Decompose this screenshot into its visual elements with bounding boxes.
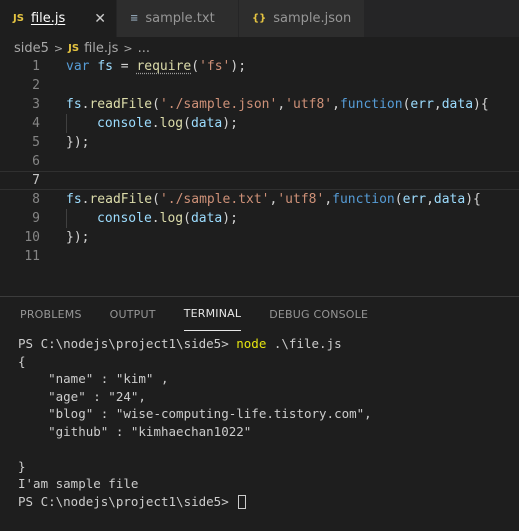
line-number: 10: [24, 230, 40, 245]
code-line[interactable]: 6: [0, 152, 519, 171]
code-line[interactable]: 1 var fs = require('fs');: [0, 57, 519, 76]
terminal-final-line[interactable]: PS C:\nodejs\project1\side5>: [18, 493, 372, 511]
line-number: 11: [24, 249, 40, 264]
code-line[interactable]: 10 });: [0, 228, 519, 247]
string-literal: './sample.json': [159, 97, 278, 112]
breadcrumb: side5 > JS file.js > ...: [0, 37, 519, 59]
terminal-args: .\file.js: [266, 336, 342, 351]
string-literal: 'utf8': [285, 97, 333, 112]
line-number: 7: [32, 173, 40, 188]
line-number: 1: [32, 59, 40, 74]
function-name: log: [159, 116, 184, 131]
string-literal: './sample.txt': [159, 192, 270, 207]
terminal-output-line: "age" : "24",: [18, 388, 146, 404]
terminal-prompt: PS C:\nodejs\project1\side5>: [18, 493, 237, 509]
punctuation: ;: [230, 116, 238, 131]
punctuation: ;: [230, 211, 238, 226]
panel-tab-bar: PROBLEMS OUTPUT TERMINAL DEBUG CONSOLE: [0, 297, 519, 331]
editor-tab-bar: JS file.js ✕ ≡ sample.txt {} sample.json: [0, 0, 519, 37]
operator: =: [112, 59, 137, 74]
code-line[interactable]: 5 });: [0, 133, 519, 152]
function-name: readFile: [89, 192, 153, 207]
close-icon[interactable]: ✕: [94, 11, 106, 27]
indent-guide: [66, 209, 97, 228]
code-line[interactable]: 9 console.log(data);: [0, 209, 519, 228]
bottom-panel: PROBLEMS OUTPUT TERMINAL DEBUG CONSOLE P…: [0, 296, 519, 531]
identifier: data: [190, 116, 223, 131]
identifier: fs: [66, 192, 82, 207]
line-number: 3: [32, 97, 40, 112]
line-number: 4: [32, 116, 40, 131]
tab-output[interactable]: OUTPUT: [110, 297, 156, 331]
terminal-command-line: PS C:\nodejs\project1\side5> node .\file…: [18, 335, 372, 353]
function-name: require: [136, 59, 192, 74]
identifier: console: [97, 116, 152, 131]
tab-sample-json[interactable]: {} sample.json: [239, 0, 365, 37]
terminal-output-line: I'am sample file: [18, 476, 139, 491]
keyword: function: [332, 192, 395, 207]
breadcrumb-file[interactable]: file.js: [84, 41, 118, 56]
code-line[interactable]: 3 fs.readFile('./sample.json','utf8',fun…: [0, 95, 519, 114]
chevron-right-icon: >: [53, 41, 64, 55]
function-name: log: [159, 211, 184, 226]
tab-label: sample.txt: [145, 11, 215, 26]
code-line[interactable]: 2: [0, 76, 519, 95]
punctuation: .: [151, 211, 160, 226]
line-number: 6: [32, 154, 40, 169]
identifier: console: [97, 211, 152, 226]
tab-sample-txt[interactable]: ≡ sample.txt: [117, 0, 239, 37]
string-literal: 'fs': [199, 59, 231, 74]
terminal-cursor: [238, 495, 247, 509]
terminal-output-line: "github" : "kimhaechan1022": [18, 423, 252, 439]
code-editor[interactable]: 1 var fs = require('fs'); 2 3 fs.readFil…: [0, 57, 519, 277]
function-name: readFile: [89, 97, 153, 112]
tab-terminal[interactable]: TERMINAL: [183, 297, 242, 331]
punctuation: ;: [238, 59, 247, 74]
terminal-prompt: PS C:\nodejs\project1\side5>: [18, 336, 237, 351]
line-number: 2: [32, 78, 40, 93]
tab-debug-console[interactable]: DEBUG CONSOLE: [269, 297, 368, 331]
identifier: data: [441, 97, 474, 112]
tab-label: file.js: [30, 11, 66, 26]
punctuation: .: [151, 116, 160, 131]
identifier: data: [433, 192, 466, 207]
json-file-icon: {}: [252, 13, 267, 24]
breadcrumb-folder[interactable]: side5: [14, 41, 49, 56]
breadcrumb-more[interactable]: ...: [138, 41, 150, 56]
keyword: function: [339, 97, 403, 112]
code-text: });: [66, 135, 90, 150]
code-line[interactable]: 8 fs.readFile('./sample.txt','utf8',func…: [0, 190, 519, 209]
terminal[interactable]: PS C:\nodejs\project1\side5> node .\file…: [18, 335, 372, 510]
code-line[interactable]: 4 console.log(data);: [0, 114, 519, 133]
terminal-output-line: {: [18, 353, 26, 369]
line-number: 9: [32, 211, 40, 226]
javascript-file-icon: JS: [13, 13, 24, 24]
chevron-right-icon: >: [123, 41, 133, 55]
identifier: err: [410, 97, 434, 112]
tab-label: sample.json: [273, 11, 352, 26]
string-literal: 'utf8': [277, 192, 325, 207]
identifier: fs: [66, 97, 82, 112]
code-text: });: [66, 230, 90, 245]
terminal-output-line: "blog" : "wise-computing-life.tistory.co…: [18, 406, 372, 421]
current-line[interactable]: 7: [0, 171, 519, 190]
tab-problems[interactable]: PROBLEMS: [20, 297, 82, 331]
terminal-output-line: }: [18, 458, 26, 474]
javascript-file-icon: JS: [68, 42, 80, 54]
terminal-command: node: [236, 336, 267, 351]
keyword: var: [66, 59, 90, 74]
line-number: 8: [32, 192, 40, 207]
text-file-icon: ≡: [130, 13, 139, 24]
code-line[interactable]: 11: [0, 247, 519, 266]
identifier: err: [402, 192, 427, 207]
tab-file-js[interactable]: JS file.js ✕: [0, 0, 117, 37]
line-number: 5: [32, 135, 40, 150]
terminal-output-line: "name" : "kim" ,: [18, 371, 169, 386]
identifier: fs: [97, 59, 113, 74]
indent-guide: [66, 114, 97, 133]
identifier: data: [190, 211, 223, 226]
